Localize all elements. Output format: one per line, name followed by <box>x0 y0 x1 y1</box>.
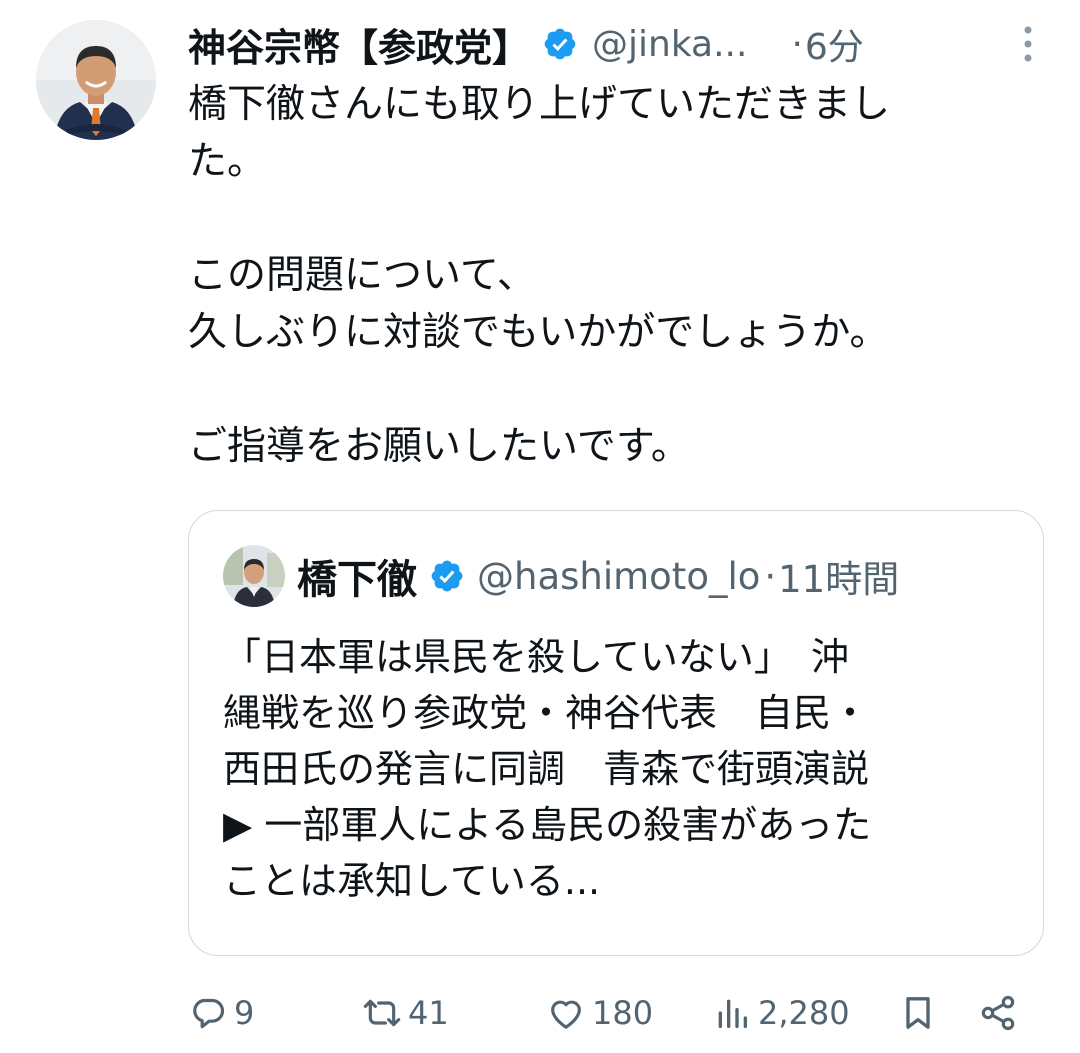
author-name[interactable]: 神谷宗幣【参政党】 <box>188 17 530 72</box>
quoted-author-name[interactable]: 橋下徹 <box>297 547 417 605</box>
quoted-body-line: 「日本軍は県民を殺していない」 沖 <box>223 635 849 679</box>
views-count: 2,280 <box>758 994 850 1032</box>
quoted-body-line: ことは承知している... <box>223 859 601 903</box>
share-button[interactable] <box>978 986 1018 1040</box>
quoted-tweet-header: 橋下徹 @hashimoto_lo · 11時間 <box>223 545 1023 607</box>
tweet-body: 橋下徹さんにも取り上げていただきまし た。 この問題について、 久しぶりに対談で… <box>188 76 1008 475</box>
reply-button[interactable]: 9 <box>188 986 254 1040</box>
verified-badge-icon <box>431 560 463 592</box>
quoted-tweet-card[interactable]: 橋下徹 @hashimoto_lo · 11時間 「日本軍は県民を殺していない」… <box>188 510 1044 956</box>
views-button[interactable]: 2,280 <box>712 986 850 1040</box>
like-icon <box>551 1000 581 1029</box>
body-line: ご指導をお願いしたいです。 <box>188 424 690 469</box>
verified-badge-icon <box>544 28 576 60</box>
quoted-body-line: ▶ 一部軍人による島民の殺害があった <box>223 803 872 847</box>
action-bar: 9 41 180 2,280 <box>188 986 1048 1040</box>
retweet-button[interactable]: 41 <box>362 986 449 1040</box>
quoted-body-line: 縄戦を巡り参政党・神谷代表 自民・ <box>223 691 870 735</box>
body-line: た。 <box>188 139 267 184</box>
tweet[interactable]: 神谷宗幣【参政党】 @jinka... · 6分 橋下徹さんにも取り上げていただ… <box>0 0 1080 1053</box>
tweet-timestamp[interactable]: 6分 <box>805 18 864 70</box>
quoted-tweet-timestamp[interactable]: 11時間 <box>778 549 899 603</box>
retweet-icon <box>363 999 401 1027</box>
like-button[interactable]: 180 <box>546 986 653 1040</box>
bookmark-button[interactable] <box>898 986 938 1040</box>
body-line: この問題について、 <box>188 253 536 298</box>
author-avatar[interactable] <box>36 20 156 140</box>
quoted-author-avatar[interactable] <box>223 545 285 607</box>
body-line: 橋下徹さんにも取り上げていただきまし <box>188 82 891 127</box>
separator-dot: · <box>764 554 777 598</box>
bookmark-icon <box>906 997 930 1029</box>
like-count: 180 <box>592 994 654 1032</box>
separator-dot: · <box>791 23 803 65</box>
more-vertical-icon[interactable] <box>1016 24 1040 64</box>
views-icon <box>718 999 747 1028</box>
body-line: 久しぶりに対談でもいかがでしょうか。 <box>188 310 889 355</box>
author-handle[interactable]: @jinka... <box>592 24 747 65</box>
quoted-author-handle[interactable]: @hashimoto_lo <box>477 555 760 598</box>
reply-count: 9 <box>234 994 255 1032</box>
quoted-tweet-body: 「日本軍は県民を殺していない」 沖 縄戦を巡り参政党・神谷代表 自民・ 西田氏の… <box>223 629 1013 909</box>
tweet-header: 神谷宗幣【参政党】 @jinka... · 6分 <box>188 14 1040 74</box>
reply-icon <box>193 998 225 1029</box>
quoted-body-line: 西田氏の発言に同調 青森で街頭演説 <box>223 747 870 791</box>
retweet-count: 41 <box>408 994 449 1032</box>
share-icon <box>981 995 1015 1031</box>
